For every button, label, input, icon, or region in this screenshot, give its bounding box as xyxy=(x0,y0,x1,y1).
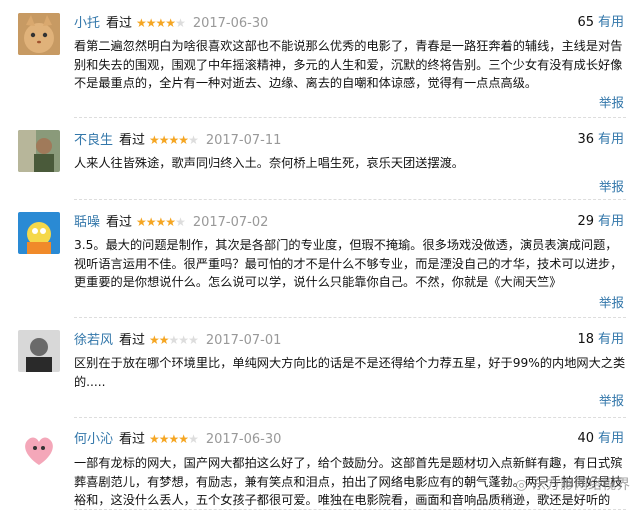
watched-label: 看过 xyxy=(119,432,146,447)
review-item: 小托 看过 ★★★★★ 2017-06-30 65 有用 看第二遍忽然明白为啥很喜欢这部… xyxy=(0,0,640,118)
cartoon-avatar-icon xyxy=(18,212,60,254)
review-date: 2017-07-11 xyxy=(205,133,282,148)
username-link[interactable]: 聒噪 xyxy=(74,215,100,230)
report-link[interactable]: 举报 xyxy=(599,292,624,311)
useful-button[interactable]: 有用 xyxy=(598,431,624,446)
useful-count: 18 xyxy=(577,332,594,347)
watched-label: 看过 xyxy=(119,133,146,148)
cat-avatar-icon xyxy=(18,13,60,55)
avatar[interactable] xyxy=(18,428,60,470)
review-meta: 聒噪 看过 ★★★★★ 2017-07-02 xyxy=(74,214,268,231)
avatar[interactable] xyxy=(18,212,60,254)
rating-stars: ★★★★★ xyxy=(136,16,186,30)
review-item: 不良生 看过 ★★★★★ 2017-07-11 36 有用 人来人往皆殊途，歌声同归终入… xyxy=(0,118,640,200)
rating-stars: ★★★★★ xyxy=(149,333,199,347)
report-link[interactable]: 举报 xyxy=(599,92,624,111)
useful-vote[interactable]: 18 有用 xyxy=(577,332,624,348)
review-meta: 徐若风 看过 ★★★★★ 2017-07-01 xyxy=(74,332,281,349)
report-link[interactable]: 举报 xyxy=(599,176,624,195)
heart-avatar-icon xyxy=(18,428,60,470)
useful-button[interactable]: 有用 xyxy=(598,132,624,147)
review-date: 2017-06-30 xyxy=(192,16,269,31)
avatar[interactable] xyxy=(18,330,60,372)
review-text: 3.5。最大的问题是制作，其次是各部门的专业度，但瑕不掩瑜。很多场戏没做透，演员… xyxy=(74,238,623,289)
rating-stars: ★★★★★ xyxy=(149,133,199,147)
review-meta: 何小沁 看过 ★★★★★ 2017-06-30 xyxy=(74,431,281,448)
useful-button[interactable]: 有用 xyxy=(598,214,624,229)
watermark: ◎ 东方影网络视界 xyxy=(515,477,630,493)
watched-label: 看过 xyxy=(106,16,133,31)
useful-count: 29 xyxy=(577,214,594,229)
useful-count: 40 xyxy=(577,431,594,446)
portrait-avatar-icon xyxy=(18,330,60,372)
useful-vote[interactable]: 29 有用 xyxy=(577,214,624,230)
review-date: 2017-07-01 xyxy=(205,333,282,348)
review-text: 人来人往皆殊途，歌声同归终入土。奈何桥上唱生死，哀乐天团送摆渡。 xyxy=(74,156,464,170)
username-link[interactable]: 徐若风 xyxy=(74,333,113,348)
person-avatar-icon xyxy=(18,130,60,172)
review-text: 看第二遍忽然明白为啥很喜欢这部也不能说那么优秀的电影了，青春是一路狂奔着的辅线，… xyxy=(74,39,623,90)
report-link[interactable]: 举报 xyxy=(599,390,624,409)
useful-button[interactable]: 有用 xyxy=(598,15,624,30)
username-link[interactable]: 小托 xyxy=(74,16,100,31)
review-item: 何小沁 看过 ★★★★★ 2017-06-30 40 有用 一部有龙标的网大，国产网大都… xyxy=(0,418,640,510)
useful-count: 36 xyxy=(577,132,594,147)
watched-label: 看过 xyxy=(106,215,133,230)
rating-stars: ★★★★★ xyxy=(149,432,199,446)
username-link[interactable]: 何小沁 xyxy=(74,432,113,447)
review-date: 2017-06-30 xyxy=(205,432,282,447)
watched-label: 看过 xyxy=(119,333,146,348)
review-text: 区别在于放在哪个环境里比，单纯网大方向比的话是不是还得给个力荐五星，好于99%的… xyxy=(74,356,626,389)
useful-button[interactable]: 有用 xyxy=(598,332,624,347)
review-meta: 小托 看过 ★★★★★ 2017-06-30 xyxy=(74,15,268,32)
review-meta: 不良生 看过 ★★★★★ 2017-07-11 xyxy=(74,132,281,149)
username-link[interactable]: 不良生 xyxy=(74,133,113,148)
avatar[interactable] xyxy=(18,13,60,55)
review-date: 2017-07-02 xyxy=(192,215,269,230)
avatar[interactable] xyxy=(18,130,60,172)
rating-stars: ★★★★★ xyxy=(136,215,186,229)
review-item: 徐若风 看过 ★★★★★ 2017-07-01 18 有用 区别在于放在哪个环境里比，单… xyxy=(0,318,640,418)
useful-vote[interactable]: 65 有用 xyxy=(577,15,624,31)
useful-vote[interactable]: 36 有用 xyxy=(577,132,624,148)
useful-count: 65 xyxy=(577,15,594,30)
useful-vote[interactable]: 40 有用 xyxy=(577,431,624,447)
review-item: 聒噪 看过 ★★★★★ 2017-07-02 29 有用 3.5。最大的问题是制作，其次… xyxy=(0,200,640,318)
